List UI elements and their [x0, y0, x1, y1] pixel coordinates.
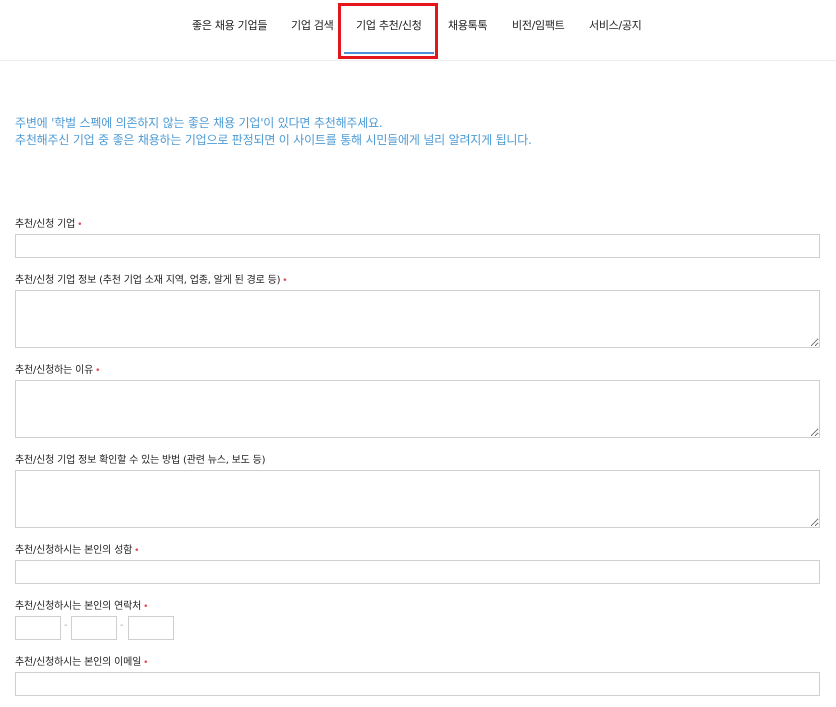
name-input[interactable]: [15, 560, 820, 584]
intro-line-1: 주변에 '학벌 스펙에 의존하지 않는 좋은 채용 기업'이 있다면 추천해주세…: [15, 116, 383, 130]
email-label: 추천/신청하시는 본인의 이메일 •: [15, 657, 149, 668]
required-mark: •: [143, 602, 149, 612]
phone-separator: -: [120, 620, 124, 631]
nav-item-vision-impact[interactable]: 비전/임팩트: [512, 0, 565, 52]
company-label: 추천/신청 기업 •: [15, 219, 83, 230]
required-mark: •: [282, 276, 288, 286]
email-input[interactable]: [15, 672, 820, 696]
required-mark: •: [77, 220, 83, 230]
phone-separator: -: [64, 620, 68, 631]
reason-textarea[interactable]: [15, 380, 820, 438]
verify-method-label: 추천/신청 기업 정보 확인할 수 있는 방법 (관련 뉴스, 보도 등): [15, 455, 266, 466]
nav-item-company-search[interactable]: 기업 검색: [291, 0, 334, 52]
phone-input-part-1[interactable]: [15, 616, 61, 640]
top-navigation: 좋은 채용 기업들 기업 검색 기업 추천/신청 채용톡톡 비전/임팩트 서비스…: [0, 0, 836, 61]
phone-input-part-3[interactable]: [128, 616, 174, 640]
nav-item-hiring-talk[interactable]: 채용톡톡: [448, 0, 488, 52]
intro-line-2: 추천해주신 기업 중 좋은 채용하는 기업으로 판정되면 이 사이트를 통해 시…: [15, 133, 532, 147]
nav-item-recommend-apply[interactable]: 기업 추천/신청: [344, 0, 433, 54]
name-label: 추천/신청하시는 본인의 성함 •: [15, 545, 140, 556]
nav-item-good-companies[interactable]: 좋은 채용 기업들: [192, 0, 267, 52]
company-info-textarea[interactable]: [15, 290, 820, 348]
company-info-label: 추천/신청 기업 정보 (추천 기업 소재 지역, 업종, 알게 된 경로 등)…: [15, 275, 288, 286]
phone-label: 추천/신청하시는 본인의 연락처 •: [15, 601, 149, 612]
required-mark: •: [95, 366, 101, 376]
company-input[interactable]: [15, 234, 820, 258]
reason-label: 추천/신청하는 이유 •: [15, 365, 101, 376]
required-mark: •: [134, 546, 140, 556]
nav-item-service-notice[interactable]: 서비스/공지: [589, 0, 642, 52]
verify-method-textarea[interactable]: [15, 470, 820, 528]
required-mark: •: [143, 658, 149, 668]
intro-text: 주변에 '학벌 스펙에 의존하지 않는 좋은 채용 기업'이 있다면 추천해주세…: [15, 115, 815, 149]
phone-input-part-2[interactable]: [71, 616, 117, 640]
